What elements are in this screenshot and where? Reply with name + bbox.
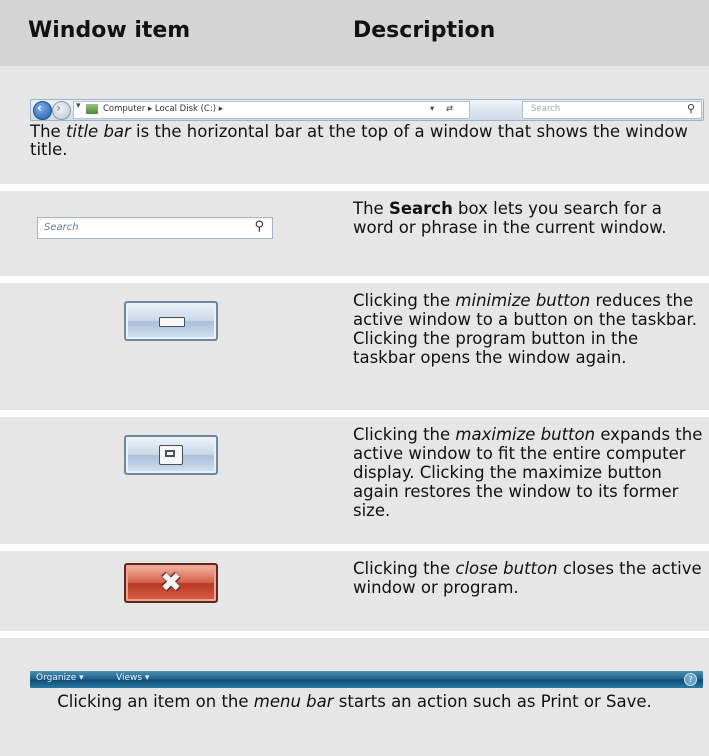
row-search-box: Search ⚲ The Search box lets you search …	[0, 191, 709, 283]
column-header-description: Description	[353, 18, 496, 43]
minimize-button-image	[124, 301, 218, 341]
desc-text: Clicking the	[353, 559, 456, 578]
desc-term: maximize button	[455, 425, 596, 444]
maximize-icon	[159, 445, 183, 465]
caption-term: menu bar	[253, 692, 334, 711]
address-bar: ▾ Computer ▸ Local Disk (C:) ▸ ▾ ⇄	[73, 101, 470, 119]
caption-text: The	[30, 122, 66, 141]
search-placeholder: Search	[44, 222, 79, 233]
desc-text: The	[353, 199, 389, 218]
title-bar-image: ‹ › ▾ Computer ▸ Local Disk (C:) ▸ ▾ ⇄ S…	[30, 99, 704, 121]
forward-arrow-icon: ›	[52, 101, 71, 120]
desc-term: close button	[455, 559, 558, 578]
title-bar-search-placeholder: Search	[531, 104, 561, 114]
close-description: Clicking the close button closes the act…	[353, 559, 703, 597]
maximize-description: Clicking the maximize button expands the…	[353, 425, 703, 520]
close-icon: ✖	[160, 568, 182, 598]
title-bar-search: Search ⚲	[522, 101, 702, 119]
menu-bar-caption: Clicking an item on the menu bar starts …	[0, 693, 709, 711]
column-header-window-item: Window item	[28, 18, 191, 43]
desc-term: Search	[388, 199, 453, 218]
row-title-bar: ‹ › ▾ Computer ▸ Local Disk (C:) ▸ ▾ ⇄ S…	[0, 66, 709, 191]
refresh-icon: ⇄	[446, 104, 454, 114]
help-icon: ?	[684, 673, 697, 686]
table-header: Window item Description	[0, 0, 709, 66]
views-menu-item: Views ▾	[116, 673, 150, 683]
search-icon: ⚲	[254, 219, 264, 234]
search-icon: ⚲	[686, 102, 695, 115]
dropdown-icon: ▾	[76, 101, 81, 111]
desc-text: Clicking the	[353, 425, 456, 444]
organize-menu-item: Organize ▾	[36, 673, 84, 683]
title-bar-caption: The title bar is the horizontal bar at t…	[30, 123, 702, 159]
search-box-image: Search ⚲	[37, 217, 273, 239]
desc-term: minimize button	[455, 291, 591, 310]
address-dropdown-icon: ▾	[430, 104, 435, 114]
row-minimize: Clicking the minimize button reduces the…	[0, 283, 709, 417]
row-maximize: Clicking the maximize button expands the…	[0, 417, 709, 551]
back-arrow-icon: ‹	[33, 101, 52, 120]
window-items-table: Window item Description ‹ › ▾ Computer ▸…	[0, 0, 709, 756]
menu-bar-image: Organize ▾ Views ▾ ?	[30, 671, 703, 688]
search-description: The Search box lets you search for a wor…	[353, 199, 703, 237]
caption-text: Clicking an item on the	[57, 692, 254, 711]
desc-text: Clicking the	[353, 291, 456, 310]
minimize-icon	[159, 317, 185, 327]
address-path: Computer ▸ Local Disk (C:) ▸	[103, 104, 224, 114]
caption-term: title bar	[65, 122, 131, 141]
minimize-description: Clicking the minimize button reduces the…	[353, 291, 703, 367]
close-button-image: ✖	[124, 563, 218, 603]
maximize-button-image	[124, 435, 218, 475]
caption-text: starts an action such as Print or Save.	[333, 692, 652, 711]
computer-icon	[86, 104, 98, 114]
row-close: ✖ Clicking the close button closes the a…	[0, 551, 709, 638]
row-menu-bar: Organize ▾ Views ▾ ? Clicking an item on…	[0, 638, 709, 756]
